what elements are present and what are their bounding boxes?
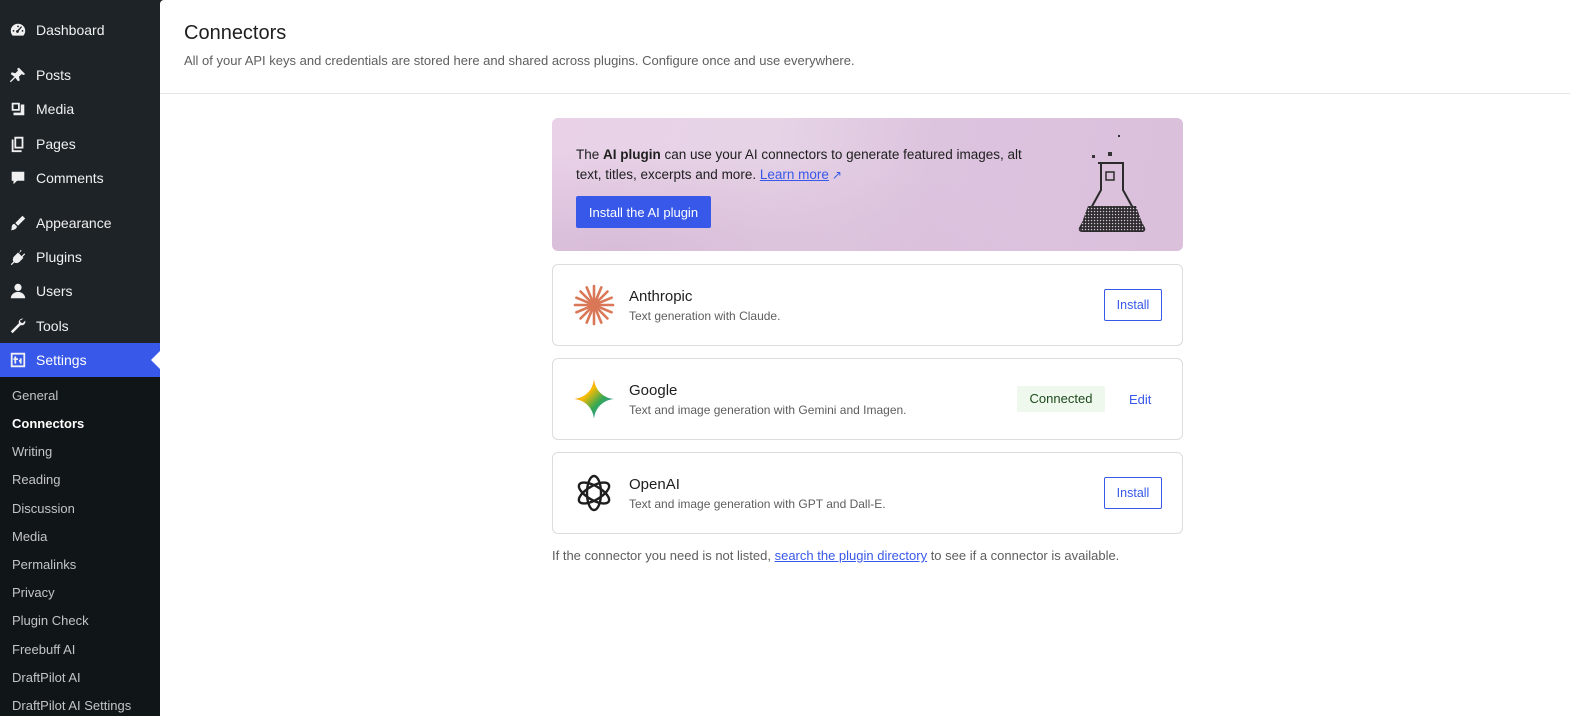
menu-label: Settings [36, 352, 87, 368]
menu-item-appearance[interactable]: Appearance [0, 206, 160, 240]
search-plugin-directory-link[interactable]: search the plugin directory [775, 548, 927, 563]
settings-submenu: General Connectors Writing Reading Discu… [0, 377, 160, 716]
submenu-reading[interactable]: Reading [12, 470, 60, 490]
settings-icon [8, 350, 28, 370]
connector-description: Text and image generation with GPT and D… [629, 497, 886, 511]
banner-text: The AI plugin can use your AI connectors… [576, 145, 1046, 185]
connector-card-anthropic: Anthropic Text generation with Claude. I… [552, 264, 1183, 346]
submenu-privacy[interactable]: Privacy [12, 583, 55, 603]
page-description: All of your API keys and credentials are… [184, 53, 855, 68]
menu-label: Pages [36, 136, 76, 152]
flask-illustration-icon [1078, 135, 1146, 232]
menu-item-tools[interactable]: Tools [0, 309, 160, 343]
menu-item-plugins[interactable]: Plugins [0, 240, 160, 274]
menu-item-dashboard[interactable]: Dashboard [0, 13, 160, 47]
connector-description: Text and image generation with Gemini an… [629, 403, 907, 417]
admin-sidebar: Dashboard Posts Media Pages Comments App… [0, 0, 160, 716]
openai-logo-icon [577, 474, 611, 512]
dashboard-icon [8, 20, 28, 40]
submenu-connectors[interactable]: Connectors [12, 414, 84, 434]
pages-icon [8, 134, 28, 154]
connector-name: Anthropic [629, 288, 693, 305]
main-content: Connectors All of your API keys and cred… [160, 0, 1570, 716]
connector-name: OpenAI [629, 476, 680, 493]
connector-description: Text generation with Claude. [629, 309, 781, 323]
user-icon [8, 281, 28, 301]
menu-item-settings[interactable]: Settings [0, 343, 160, 377]
footer-text-before: If the connector you need is not listed, [552, 548, 775, 563]
submenu-draftpilot-ai[interactable]: DraftPilot AI [12, 668, 81, 688]
submenu-general[interactable]: General [12, 386, 58, 406]
brush-icon [8, 213, 28, 233]
openai-install-button[interactable]: Install [1104, 477, 1162, 509]
menu-label: Dashboard [36, 22, 105, 38]
menu-label: Comments [36, 170, 104, 186]
submenu-writing[interactable]: Writing [12, 442, 52, 462]
page-header: Connectors All of your API keys and cred… [160, 0, 1570, 94]
comment-icon [8, 168, 28, 188]
plug-icon [8, 247, 28, 267]
ai-plugin-banner: The AI plugin can use your AI connectors… [552, 118, 1183, 251]
menu-label: Media [36, 101, 75, 117]
google-gemini-logo-icon [574, 379, 614, 419]
banner-text-before: The [576, 147, 604, 162]
submenu-media[interactable]: Media [12, 527, 47, 547]
external-link-icon: ↗ [831, 168, 842, 182]
submenu-freebuff-ai[interactable]: Freebuff AI [12, 640, 75, 660]
footer-note: If the connector you need is not listed,… [552, 548, 1119, 563]
submenu-draftpilot-ai-settings[interactable]: DraftPilot AI Settings [12, 696, 131, 716]
menu-label: Tools [36, 318, 69, 334]
menu-label: Users [36, 283, 73, 299]
submenu-permalinks[interactable]: Permalinks [12, 555, 76, 575]
connector-name: Google [629, 382, 678, 399]
learn-more-link[interactable]: Learn more [760, 167, 829, 182]
page-title: Connectors [184, 22, 287, 44]
anthropic-logo-icon [573, 284, 615, 326]
anthropic-install-button[interactable]: Install [1104, 289, 1162, 321]
wrench-icon [8, 316, 28, 336]
submenu-discussion[interactable]: Discussion [12, 499, 75, 519]
menu-item-comments[interactable]: Comments [0, 161, 160, 195]
menu-item-pages[interactable]: Pages [0, 127, 160, 161]
media-icon [8, 99, 28, 119]
connected-status-badge: Connected [1017, 386, 1105, 412]
menu-label: Appearance [36, 215, 112, 231]
google-edit-link[interactable]: Edit [1129, 392, 1151, 407]
pin-icon [8, 65, 28, 85]
banner-text-bold: AI plugin [603, 147, 661, 162]
menu-label: Plugins [36, 249, 82, 265]
install-ai-plugin-button[interactable]: Install the AI plugin [576, 196, 711, 228]
submenu-plugin-check[interactable]: Plugin Check [12, 611, 89, 631]
connector-card-openai: OpenAI Text and image generation with GP… [552, 452, 1183, 534]
menu-item-media[interactable]: Media [0, 92, 160, 126]
menu-item-posts[interactable]: Posts [0, 58, 160, 92]
menu-item-users[interactable]: Users [0, 274, 160, 308]
footer-text-after: to see if a connector is available. [927, 548, 1120, 563]
connector-card-google: Google Text and image generation with Ge… [552, 358, 1183, 440]
menu-label: Posts [36, 67, 72, 83]
